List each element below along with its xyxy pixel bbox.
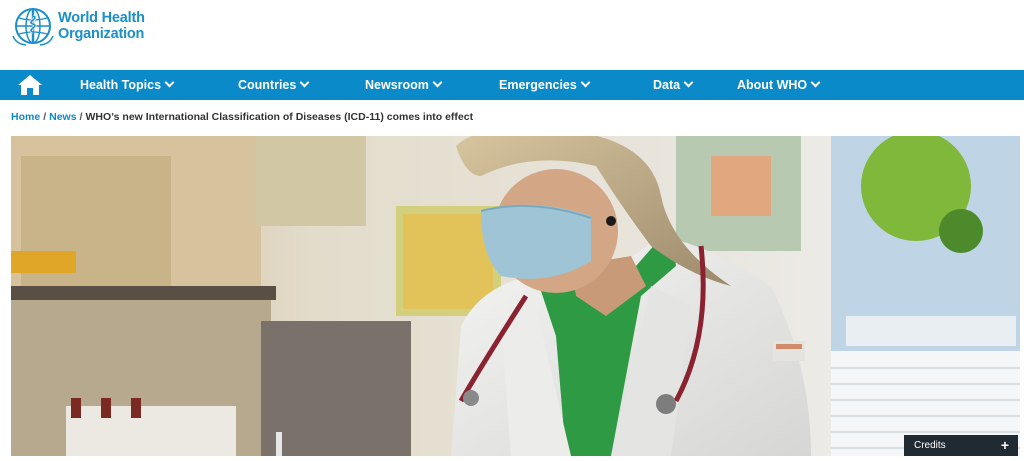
nav-label: Data	[653, 78, 681, 92]
hero-photo	[11, 136, 1020, 456]
nav-about-who[interactable]: About WHO	[737, 70, 821, 100]
nav-label: Emergencies	[499, 78, 577, 92]
who-logo[interactable]: World Health Organization	[10, 6, 145, 46]
logo-line-1: World Health	[58, 10, 145, 26]
nav-label: Newsroom	[365, 78, 429, 92]
chevron-down-icon	[432, 77, 443, 88]
site-header: World Health Organization	[0, 0, 1024, 70]
home-button[interactable]	[17, 74, 43, 96]
chevron-down-icon	[810, 77, 821, 88]
plus-icon: +	[1000, 437, 1009, 453]
credits-label: Credits	[914, 440, 946, 451]
main-nav: Health Topics Countries Newsroom Emergen…	[0, 70, 1024, 100]
breadcrumb-current: WHO’s new International Classification o…	[85, 111, 474, 123]
hero-image	[11, 136, 1020, 456]
chevron-down-icon	[580, 77, 591, 88]
nav-label: Health Topics	[80, 78, 162, 92]
chevron-down-icon	[299, 77, 310, 88]
breadcrumb-news[interactable]: News	[49, 111, 76, 123]
breadcrumb: Home / News / WHO’s new International Classi…	[11, 111, 474, 123]
home-icon	[18, 75, 42, 95]
nav-emergencies[interactable]: Emergencies	[499, 70, 591, 100]
nav-newsroom[interactable]: Newsroom	[365, 70, 443, 100]
chevron-down-icon	[164, 77, 175, 88]
breadcrumb-home[interactable]: Home	[11, 111, 40, 123]
chevron-down-icon	[683, 77, 694, 88]
nav-data[interactable]: Data	[653, 70, 694, 100]
who-emblem-icon	[12, 8, 54, 46]
nav-label: Countries	[238, 78, 297, 92]
nav-health-topics[interactable]: Health Topics	[80, 70, 175, 100]
credits-toggle[interactable]: Credits +	[904, 435, 1018, 456]
logo-line-2: Organization	[58, 26, 145, 42]
nav-countries[interactable]: Countries	[238, 70, 310, 100]
nav-label: About WHO	[737, 78, 808, 92]
